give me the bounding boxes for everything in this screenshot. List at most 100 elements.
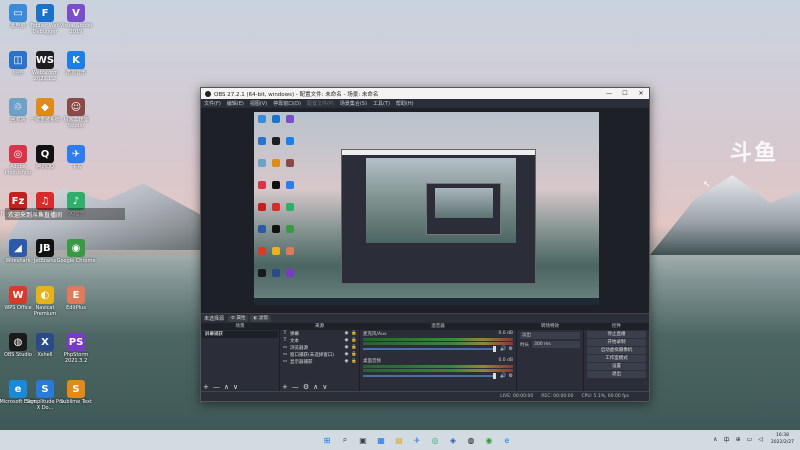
taskbar-app-icon[interactable]: ◎ bbox=[428, 433, 442, 447]
status-bar: LIVE: 00:00:00 REC: 00:00:00 CPU: 5.1%, … bbox=[201, 391, 649, 401]
source-down-button[interactable]: ∨ bbox=[322, 383, 327, 391]
clock[interactable]: 16:38 2022/2/27 bbox=[771, 432, 794, 446]
app-icon: F bbox=[36, 4, 54, 22]
source-item[interactable]: ▭ 窗口捕获(未选择窗口) ◉ 🔒 bbox=[280, 351, 359, 358]
tray-icon[interactable]: 中 bbox=[724, 435, 730, 444]
close-button[interactable]: ✕ bbox=[633, 88, 649, 99]
menu-item[interactable]: 编辑(E) bbox=[227, 100, 244, 107]
source-item[interactable]: T 弹幕 ◉ 🔒 bbox=[280, 330, 359, 337]
control-button[interactable]: 启动虚拟摄像机 bbox=[587, 347, 646, 354]
scene-down-button[interactable]: ∨ bbox=[233, 383, 238, 391]
minimize-button[interactable]: — bbox=[601, 88, 617, 99]
speaker-icon[interactable]: 🔊 bbox=[500, 346, 506, 352]
source-item[interactable]: T 文本 ◉ 🔒 bbox=[280, 337, 359, 344]
desktop-icon[interactable]: PS PhpStorm 2021.3.2 bbox=[58, 333, 94, 364]
control-button[interactable]: 工作室模式 bbox=[587, 355, 646, 362]
visibility-icon[interactable]: ◉ bbox=[344, 359, 348, 364]
tray-icon[interactable]: ⊕ bbox=[736, 436, 741, 443]
menu-item[interactable]: 场景集合(S) bbox=[340, 100, 367, 107]
source-up-button[interactable]: ∧ bbox=[313, 383, 318, 391]
properties-button[interactable]: ⚙ 属性 bbox=[228, 315, 249, 322]
visibility-icon[interactable]: ◉ bbox=[344, 352, 348, 357]
add-source-button[interactable]: + bbox=[282, 383, 288, 391]
mixer-dock: 混音器 麦克风/Aux 0.0 dB 🔊 ⚙ 桌面音频 0.0 dB 🔊 ⚙ bbox=[360, 323, 517, 391]
source-item[interactable]: ▭ 浏览器源 ◉ 🔒 bbox=[280, 344, 359, 351]
menu-item[interactable]: 帮助(H) bbox=[396, 100, 414, 107]
remove-source-button[interactable]: — bbox=[292, 383, 299, 391]
app-icon: e bbox=[9, 380, 27, 398]
preview-desktop-icon bbox=[286, 269, 294, 277]
tray-icon[interactable]: ∧ bbox=[713, 436, 717, 443]
app-icon: PS bbox=[67, 333, 85, 351]
volume-slider[interactable] bbox=[363, 373, 497, 379]
taskbar-app-icon[interactable]: ▤ bbox=[392, 433, 406, 447]
preview-desktop-icon bbox=[272, 225, 280, 233]
control-button[interactable]: 停止直播 bbox=[587, 331, 646, 338]
taskbar-app-icon[interactable]: ⌕ bbox=[338, 433, 352, 447]
taskbar-app-icon[interactable]: ✈ bbox=[410, 433, 424, 447]
channel-db: 0.0 dB bbox=[498, 331, 513, 336]
visibility-icon[interactable]: ◉ bbox=[344, 331, 348, 336]
taskbar-app-icon[interactable]: ◍ bbox=[464, 433, 478, 447]
lock-icon[interactable]: 🔒 bbox=[351, 359, 357, 364]
cpu-status: CPU: 5.1%, 60.00 fps bbox=[581, 394, 630, 399]
taskbar-app-icon[interactable]: ⊞ bbox=[320, 433, 334, 447]
maximize-button[interactable]: ☐ bbox=[617, 88, 633, 99]
filters-button[interactable]: ◐ 滤镜 bbox=[250, 315, 271, 322]
control-button[interactable]: 退出 bbox=[587, 371, 646, 378]
preview-canvas[interactable] bbox=[254, 112, 599, 305]
duration-input[interactable]: 300 ms bbox=[532, 341, 580, 348]
desktop-icon[interactable]: V Visual Studio 2019 bbox=[58, 4, 94, 35]
channel-db: 0.0 dB bbox=[498, 358, 513, 363]
scene-up-button[interactable]: ∧ bbox=[224, 383, 229, 391]
tray-icon[interactable]: ◁ bbox=[758, 436, 763, 443]
control-button[interactable]: 设置 bbox=[587, 363, 646, 370]
lock-icon[interactable]: 🔒 bbox=[351, 345, 357, 350]
speaker-icon[interactable]: 🔊 bbox=[500, 373, 506, 379]
taskbar-app-icon[interactable]: e bbox=[500, 433, 514, 447]
source-type-icon: ▭ bbox=[282, 345, 288, 350]
desktop-icon[interactable]: S Sublime Text bbox=[58, 380, 94, 405]
mixer-header: 混音器 bbox=[360, 323, 516, 330]
taskbar-app-icon[interactable]: ▦ bbox=[374, 433, 388, 447]
desktop-icon[interactable]: ☺ 极客工作室 Studio bbox=[58, 98, 94, 129]
transition-select[interactable]: 淡出 bbox=[520, 332, 580, 339]
source-type-icon: ▭ bbox=[282, 352, 288, 357]
menu-item[interactable]: 工具(T) bbox=[373, 100, 390, 107]
app-icon: S bbox=[36, 380, 54, 398]
app-icon: ◐ bbox=[36, 286, 54, 304]
menu-item[interactable]: 文件(F) bbox=[204, 100, 221, 107]
taskbar-app-icon[interactable]: ◉ bbox=[482, 433, 496, 447]
channel-settings-icon[interactable]: ⚙ bbox=[509, 346, 513, 352]
control-button[interactable]: 开始录制 bbox=[587, 339, 646, 346]
volume-slider[interactable] bbox=[363, 346, 497, 352]
lock-icon[interactable]: 🔒 bbox=[351, 331, 357, 336]
preview-desktop-icon bbox=[286, 115, 294, 123]
preview-desktop-icon bbox=[258, 181, 266, 189]
visibility-icon[interactable]: ◉ bbox=[344, 338, 348, 343]
desktop-icon[interactable]: K 酷狗音乐 bbox=[58, 51, 94, 76]
menu-item[interactable]: 配置文件(P) bbox=[307, 100, 334, 107]
app-icon: ☺ bbox=[67, 98, 85, 116]
desktop-icon[interactable]: E EditPlus bbox=[58, 286, 94, 311]
source-settings-button[interactable]: ⚙ bbox=[303, 383, 309, 391]
scene-item[interactable]: 屏幕捕获 bbox=[202, 331, 278, 338]
desktop-icon[interactable]: ◉ Google Chrome bbox=[57, 239, 95, 264]
lock-icon[interactable]: 🔒 bbox=[351, 338, 357, 343]
desktop-icon[interactable]: ✈ 飞书 bbox=[58, 145, 94, 170]
menu-item[interactable]: 停靠窗口(D) bbox=[273, 100, 301, 107]
preview-area[interactable] bbox=[201, 108, 649, 313]
channel-settings-icon[interactable]: ⚙ bbox=[509, 373, 513, 379]
obs-titlebar[interactable]: OBS 27.2.1 (64-bit, windows) - 配置文件: 未命名… bbox=[201, 88, 649, 99]
taskbar-app-icon[interactable]: ▣ bbox=[356, 433, 370, 447]
tray-icon[interactable]: ▭ bbox=[747, 436, 753, 443]
visibility-icon[interactable]: ◉ bbox=[344, 345, 348, 350]
lock-icon[interactable]: 🔒 bbox=[351, 352, 357, 357]
add-scene-button[interactable]: + bbox=[203, 383, 209, 391]
windows-taskbar: ⊞ ⌕ ▣ ▦ ▤ ✈ ◎ ◈ ◍ ◉ e ∧ 中 ⊕ ▭ ◁ 16:38 2022/2/27 bbox=[0, 430, 800, 450]
taskbar-app-icon[interactable]: ◈ bbox=[446, 433, 460, 447]
app-icon: ◆ bbox=[36, 98, 54, 116]
remove-scene-button[interactable]: — bbox=[213, 383, 220, 391]
source-item[interactable]: ▭ 显示器捕获 ◉ 🔒 bbox=[280, 358, 359, 365]
menu-item[interactable]: 视图(V) bbox=[250, 100, 267, 107]
